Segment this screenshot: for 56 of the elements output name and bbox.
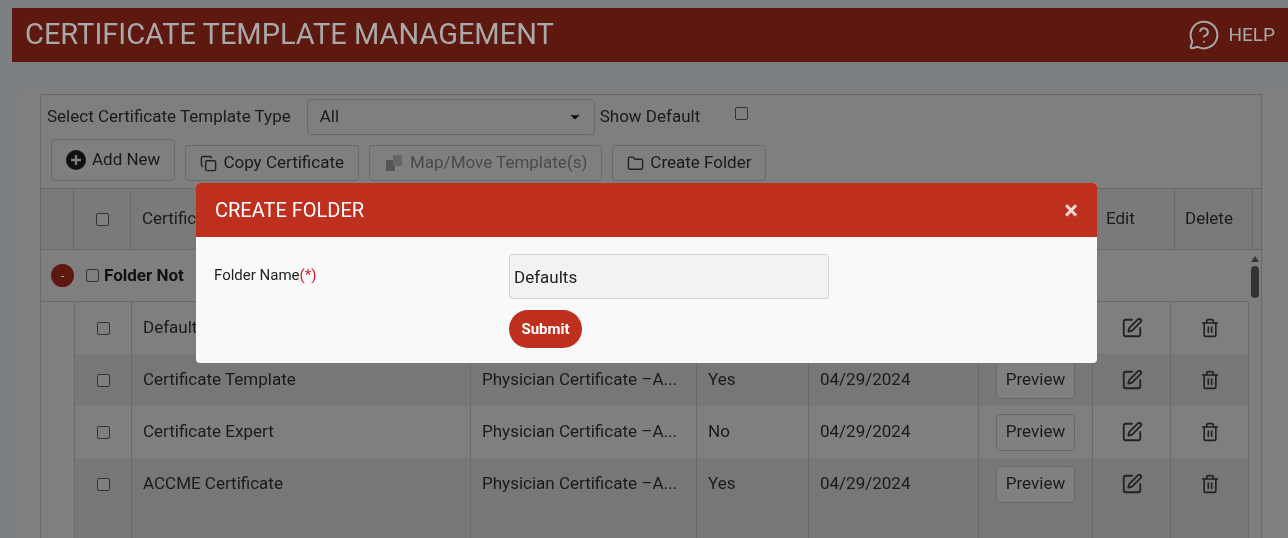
table-cell-text: 04/29/2024 <box>820 420 911 444</box>
checkbox[interactable] <box>735 107 749 121</box>
help-icon <box>1188 19 1221 51</box>
scroll-thumb[interactable] <box>1251 266 1259 298</box>
table-cell-text: Yes <box>708 368 736 392</box>
page-title: CERTIFICATE TEMPLATE MANAGEMENT <box>25 16 554 54</box>
table-cell-text: No <box>708 420 730 444</box>
preview-button[interactable]: Preview <box>995 465 1076 503</box>
toolbar-button[interactable]: Copy Certificate <box>185 145 359 181</box>
delete-icon[interactable] <box>1199 370 1220 390</box>
toolbar-button[interactable]: Create Folder <box>612 145 767 181</box>
copy-icon <box>200 154 218 172</box>
edit-icon[interactable] <box>1120 317 1143 339</box>
table-cell-text: Physician Certificate –A... <box>482 368 677 392</box>
table-cell-text: Certificate Expert <box>143 420 274 444</box>
table-cell-text: 04/29/2024 <box>820 368 911 392</box>
edit-icon[interactable] <box>1120 369 1143 391</box>
edit-icon[interactable] <box>1120 421 1143 443</box>
preview-button[interactable]: Preview <box>995 413 1076 451</box>
column-header: Edit <box>1106 207 1135 231</box>
checkbox[interactable] <box>96 321 110 335</box>
plus-circle-icon <box>66 150 86 170</box>
table-cell-text: Yes <box>708 472 736 496</box>
checkbox[interactable] <box>96 477 110 491</box>
checkbox[interactable] <box>95 212 109 226</box>
table-cell-text: Default <box>143 316 198 340</box>
delete-icon[interactable] <box>1199 474 1220 494</box>
delete-icon[interactable] <box>1199 318 1220 338</box>
table-cell-text: Certificate Template <box>143 368 296 392</box>
checkbox[interactable] <box>86 269 99 282</box>
column-header: Certific <box>142 207 197 231</box>
delete-icon[interactable] <box>1199 422 1220 442</box>
table-cell-text: Physician Certificate –A... <box>482 472 677 496</box>
help-button[interactable]: HELP <box>1188 19 1275 51</box>
edit-icon[interactable] <box>1120 473 1143 495</box>
preview-button[interactable]: Preview <box>995 361 1076 399</box>
checkbox[interactable] <box>96 373 110 387</box>
column-header: Delete <box>1185 207 1233 231</box>
collapse-toggle[interactable]: - <box>51 264 74 287</box>
folder-name-field[interactable]: Defaults <box>509 254 829 299</box>
dialog-title: CREATE FOLDER <box>215 197 365 224</box>
folder-name: Folder Not <box>104 263 184 287</box>
checkbox[interactable] <box>96 425 110 439</box>
scroll-up-icon[interactable] <box>1251 256 1259 262</box>
toolbar-button[interactable]: Add New <box>51 139 176 181</box>
filter-label: Select Certificate Template Type <box>47 105 291 129</box>
table-cell-text: Physician Certificate –A... <box>482 420 677 444</box>
table-cell-text: 04/29/2024 <box>820 472 911 496</box>
show-default-label: Show Default <box>599 105 701 129</box>
field-label: Folder Name(*) <box>214 265 318 286</box>
submit-button[interactable]: Submit <box>509 310 582 348</box>
close-button[interactable]: × <box>1064 197 1078 223</box>
table-cell-text: ACCME Certificate <box>143 472 283 496</box>
folder-icon <box>627 154 645 172</box>
documents-icon <box>384 153 404 173</box>
type-select[interactable]: All <box>306 99 595 135</box>
